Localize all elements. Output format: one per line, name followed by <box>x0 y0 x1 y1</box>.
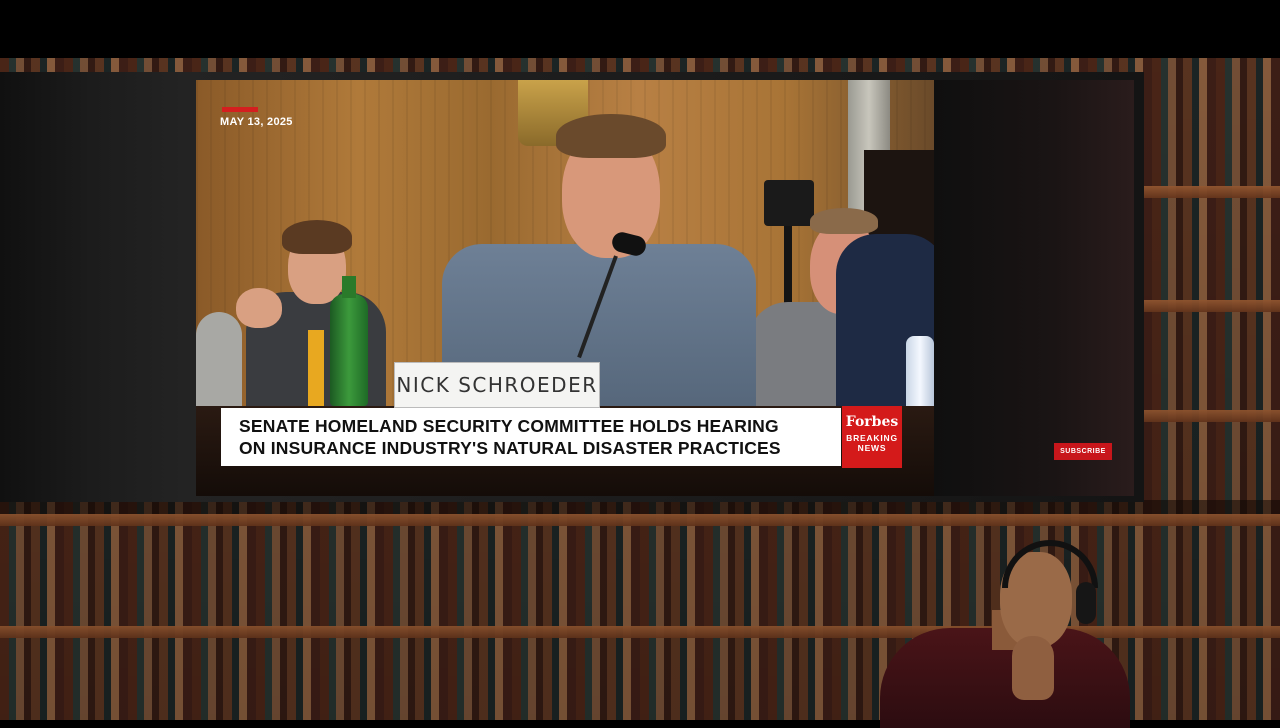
headline-line-1: SENATE HOMELAND SECURITY COMMITTEE HOLDS… <box>239 416 779 436</box>
breaking-label: BREAKING <box>846 433 898 443</box>
forbes-breaking-news-badge: Forbes BREAKING NEWS <box>842 406 902 468</box>
headphones-icon <box>1002 540 1098 588</box>
top-letterbox <box>0 0 1280 58</box>
green-bottle <box>330 276 368 406</box>
webcam-presenter <box>880 540 1140 728</box>
video-date: MAY 13, 2025 <box>220 116 293 128</box>
headline-line-2: ON INSURANCE INDUSTRY'S NATURAL DISASTER… <box>239 438 781 458</box>
subscribe-button[interactable]: SUBSCRIBE <box>1054 443 1112 460</box>
video-player[interactable]: NICK SCHROEDER MAY 13, 2025 SENATE HOMEL… <box>196 80 934 496</box>
lower-third-headline: SENATE HOMELAND SECURITY COMMITTEE HOLDS… <box>221 408 841 466</box>
water-bottle <box>906 336 934 412</box>
screen-panel-right <box>934 80 1134 496</box>
news-label: NEWS <box>857 443 887 453</box>
video-camera <box>764 180 814 226</box>
date-accent-bar <box>222 107 258 112</box>
forbes-logo: Forbes <box>845 414 899 430</box>
nameplate: NICK SCHROEDER <box>394 362 600 408</box>
